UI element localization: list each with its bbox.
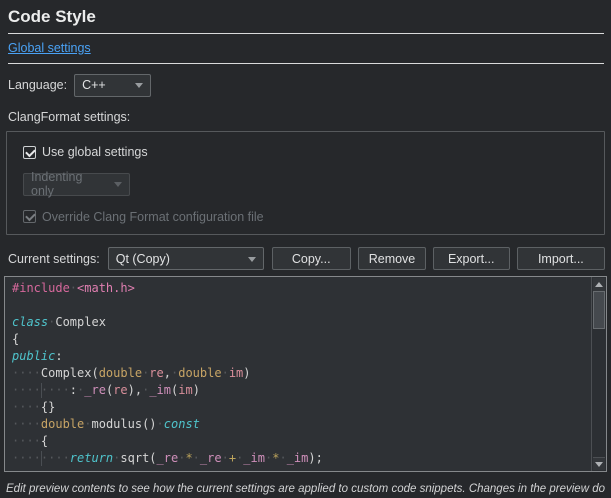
language-combobox-value: C++ [82,78,106,92]
export-button[interactable]: Export... [433,247,510,270]
clangformat-mode-value: Indenting only [31,170,107,198]
clangformat-mode-combobox[interactable]: Indenting only [23,173,130,196]
chevron-down-icon [135,83,143,88]
code-preview-editor[interactable]: #include·<math.h> class·Complex{public:·… [4,276,607,472]
override-config-checkbox[interactable]: Override Clang Format configuration file [23,210,264,224]
copy-button[interactable]: Copy... [272,247,351,270]
language-row: Language: C++ [8,73,606,97]
current-settings-value: Qt (Copy) [116,252,170,266]
clangformat-groupbox: Use global settings Indenting only Overr… [6,131,605,235]
code-area[interactable]: #include·<math.h> class·Complex{public:·… [5,277,606,471]
import-button[interactable]: Import... [517,247,605,270]
language-label: Language: [8,78,67,92]
use-global-settings-label: Use global settings [42,145,148,159]
vertical-scrollbar[interactable] [591,277,606,471]
checkbox-box-icon [23,146,36,159]
global-settings-link[interactable]: Global settings [8,41,91,55]
use-global-settings-checkbox[interactable]: Use global settings [23,145,148,159]
checkbox-box-icon [23,210,36,223]
current-settings-combobox[interactable]: Qt (Copy) [108,247,264,270]
current-settings-row: Current settings: Qt (Copy) Copy... Remo… [8,247,605,270]
clangformat-section-label: ClangFormat settings: [8,110,606,124]
remove-button[interactable]: Remove [358,247,426,270]
language-combobox[interactable]: C++ [74,74,151,97]
triangle-up-icon [595,282,603,287]
preview-hint-text: Edit preview contents to see how the cur… [6,480,605,498]
current-settings-label: Current settings: [8,252,100,266]
global-settings-row: Global settings [8,34,604,64]
scrollbar-thumb[interactable] [593,291,605,329]
triangle-down-icon [595,462,603,467]
scroll-down-button[interactable] [593,457,605,470]
chevron-down-icon [248,257,256,262]
page-title: Code Style [8,7,604,34]
scroll-up-button[interactable] [593,278,605,291]
override-config-label: Override Clang Format configuration file [42,210,264,224]
chevron-down-icon [114,182,122,187]
code-style-settings-page: { "page": { "title": "Code Style" }, "li… [0,7,611,498]
